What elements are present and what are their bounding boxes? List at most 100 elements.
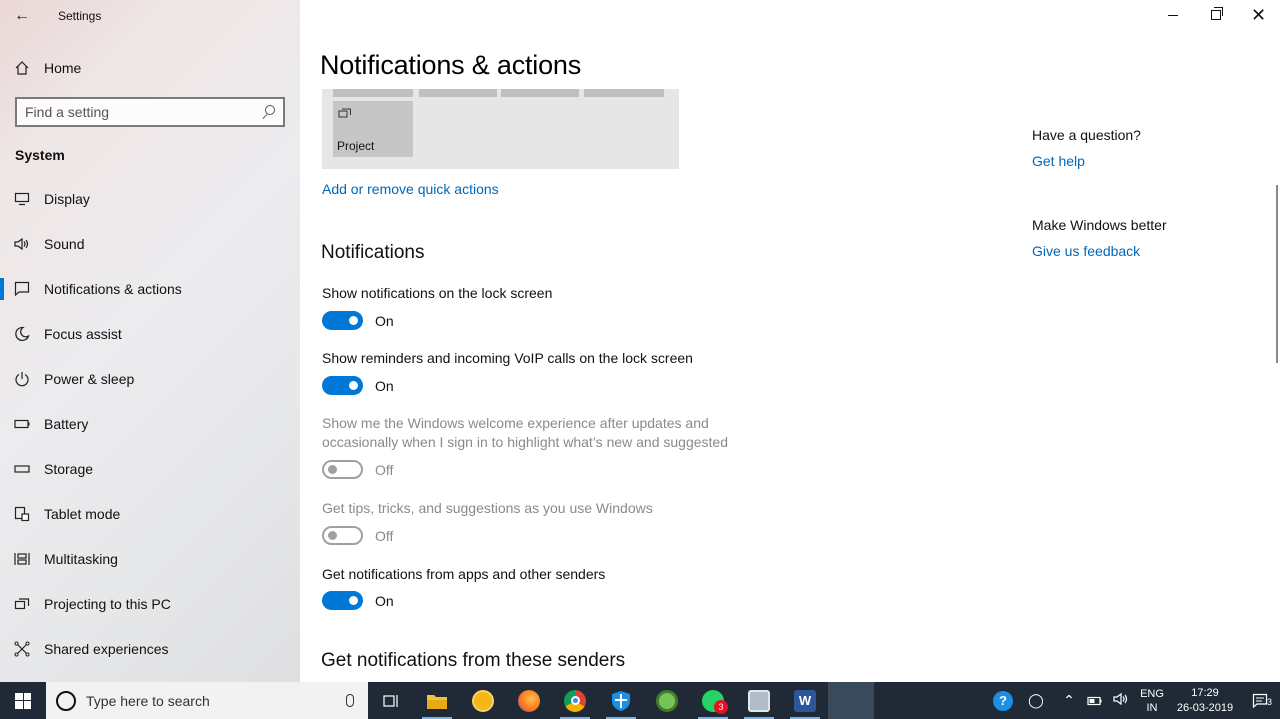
toggle-welcome-experience[interactable]: [322, 460, 363, 479]
toggle-state: On: [375, 377, 394, 394]
task-view-icon: [383, 694, 398, 707]
sidebar-item-shared-experiences[interactable]: Shared experiences: [0, 626, 300, 671]
clock-time: 17:29: [1191, 686, 1219, 699]
multitasking-icon: [0, 551, 44, 567]
toggle-state: Off: [375, 461, 394, 478]
start-button[interactable]: [0, 682, 46, 719]
action-center-button[interactable]: 3: [1240, 693, 1280, 709]
show-hidden-icons-icon[interactable]: ⌃: [1056, 692, 1082, 709]
search-box[interactable]: [15, 97, 285, 127]
word-icon: W: [794, 689, 816, 712]
quick-action-tile-partial[interactable]: [584, 89, 664, 97]
taskbar-search-box[interactable]: Type here to search: [46, 682, 368, 719]
system-tray: ? ◯ ⌃ ENG IN 17:29 26-03-2019 3: [990, 682, 1280, 719]
taskbar-app-file-explorer[interactable]: [414, 682, 460, 719]
title-bar: ← Settings: [0, 0, 300, 32]
people-icon[interactable]: ◯: [1016, 692, 1056, 709]
notifications-heading: Notifications: [321, 242, 425, 263]
taskbar-app-firefox[interactable]: [506, 682, 552, 719]
sidebar-item-battery[interactable]: Battery: [0, 401, 300, 446]
quick-action-tile-partial[interactable]: [501, 89, 579, 97]
toggle-row-voip: On: [322, 376, 394, 395]
sidebar-item-storage[interactable]: Storage: [0, 446, 300, 491]
question-heading: Have a question?: [1032, 127, 1141, 143]
sidebar-item-tablet-mode[interactable]: Tablet mode: [0, 491, 300, 536]
sidebar-item-label: Focus assist: [44, 325, 122, 342]
toggle-row-lock-screen: On: [322, 311, 394, 330]
sidebar-item-label: Sound: [44, 235, 85, 252]
toggle-app-notifications[interactable]: [322, 591, 363, 610]
toggle-lock-screen-notifications[interactable]: [322, 311, 363, 330]
taskbar: Type here to search 3 W ? ◯ ⌃ ENG IN 17:…: [0, 682, 1280, 719]
clock[interactable]: 17:29 26-03-2019: [1170, 686, 1240, 716]
taskbar-search-placeholder: Type here to search: [86, 692, 210, 709]
setting-label-welcome-experience: Show me the Windows welcome experience a…: [322, 415, 728, 450]
page-title: Notifications & actions: [320, 50, 582, 80]
toggle-state: Off: [375, 527, 394, 544]
microphone-icon[interactable]: [346, 694, 354, 707]
taskbar-app-settings-active[interactable]: [828, 682, 874, 719]
sidebar-item-display[interactable]: Display: [0, 176, 300, 221]
taskbar-app-shield[interactable]: [598, 682, 644, 719]
battery-tray-icon[interactable]: [1082, 693, 1108, 709]
taskbar-app-chrome[interactable]: [552, 682, 598, 719]
taskbar-app-android[interactable]: [644, 682, 690, 719]
get-help-link[interactable]: Get help: [1032, 153, 1085, 169]
add-remove-quick-actions-link[interactable]: Add or remove quick actions: [322, 181, 499, 197]
sidebar: ← Settings Home System Display Sound: [0, 0, 300, 682]
home-label: Home: [44, 60, 82, 76]
sidebar-item-focus-assist[interactable]: Focus assist: [0, 311, 300, 356]
sidebar-item-sound[interactable]: Sound: [0, 221, 300, 266]
sidebar-item-multitasking[interactable]: Multitasking: [0, 536, 300, 581]
storage-icon: [0, 464, 44, 473]
sidebar-item-label: Multitasking: [44, 550, 118, 567]
quick-action-tile-partial[interactable]: [333, 89, 413, 97]
toggle-voip-reminders[interactable]: [322, 376, 363, 395]
minimize-button[interactable]: [1151, 0, 1194, 30]
taskbar-app-window[interactable]: [736, 682, 782, 719]
window-app-icon: [748, 689, 770, 712]
back-button[interactable]: ←: [0, 0, 44, 32]
tablet-icon: [0, 506, 44, 522]
restore-button[interactable]: [1194, 0, 1237, 30]
power-icon: [0, 371, 44, 387]
taskbar-app-whatsapp[interactable]: 3: [690, 682, 736, 719]
language-indicator[interactable]: ENG IN: [1134, 687, 1170, 715]
search-icon[interactable]: [261, 105, 275, 119]
task-view-button[interactable]: [368, 682, 414, 719]
unread-badge: 3: [714, 700, 728, 714]
taskbar-app-circle[interactable]: [460, 682, 506, 719]
scrollbar-thumb[interactable]: [1276, 185, 1278, 363]
quick-action-tile-project[interactable]: Project: [333, 101, 413, 157]
sidebar-item-notifications[interactable]: Notifications & actions: [0, 266, 300, 311]
close-button[interactable]: ✕: [1237, 0, 1280, 30]
senders-heading: Get notifications from these senders: [321, 650, 626, 671]
sidebar-item-projecting[interactable]: Projecting to this PC: [0, 581, 300, 626]
volume-icon[interactable]: [1108, 692, 1134, 709]
setting-label-voip: Show reminders and incoming VoIP calls o…: [322, 350, 693, 366]
tray-help-icon[interactable]: ?: [990, 690, 1016, 711]
sidebar-item-home[interactable]: Home: [0, 52, 300, 84]
speaker-icon: [0, 237, 44, 251]
projecting-icon: [0, 596, 44, 612]
restore-icon: [1210, 7, 1223, 20]
give-feedback-link[interactable]: Give us feedback: [1032, 243, 1140, 259]
search-input[interactable]: [25, 104, 261, 120]
quick-action-tile-label: Project: [337, 139, 375, 153]
setting-label-app-notifications: Get notifications from apps and other se…: [322, 566, 606, 582]
toggle-state: On: [375, 312, 394, 329]
minimize-icon: [1167, 14, 1178, 16]
app-circle-icon: [472, 689, 494, 712]
taskbar-app-word[interactable]: W: [782, 682, 828, 719]
setting-label-tips: Get tips, tricks, and suggestions as you…: [322, 500, 653, 516]
sidebar-item-label: Tablet mode: [44, 505, 121, 522]
sidebar-item-label: Storage: [44, 460, 94, 477]
firefox-icon: [518, 689, 540, 712]
sidebar-item-power-sleep[interactable]: Power & sleep: [0, 356, 300, 401]
setting-label-lock-screen: Show notifications on the lock screen: [322, 285, 553, 301]
toggle-tips-suggestions[interactable]: [322, 526, 363, 545]
windows-logo-icon: [15, 692, 31, 709]
toggle-state: On: [375, 592, 394, 609]
sidebar-item-label: Power & sleep: [44, 370, 135, 387]
quick-action-tile-partial[interactable]: [419, 89, 497, 97]
